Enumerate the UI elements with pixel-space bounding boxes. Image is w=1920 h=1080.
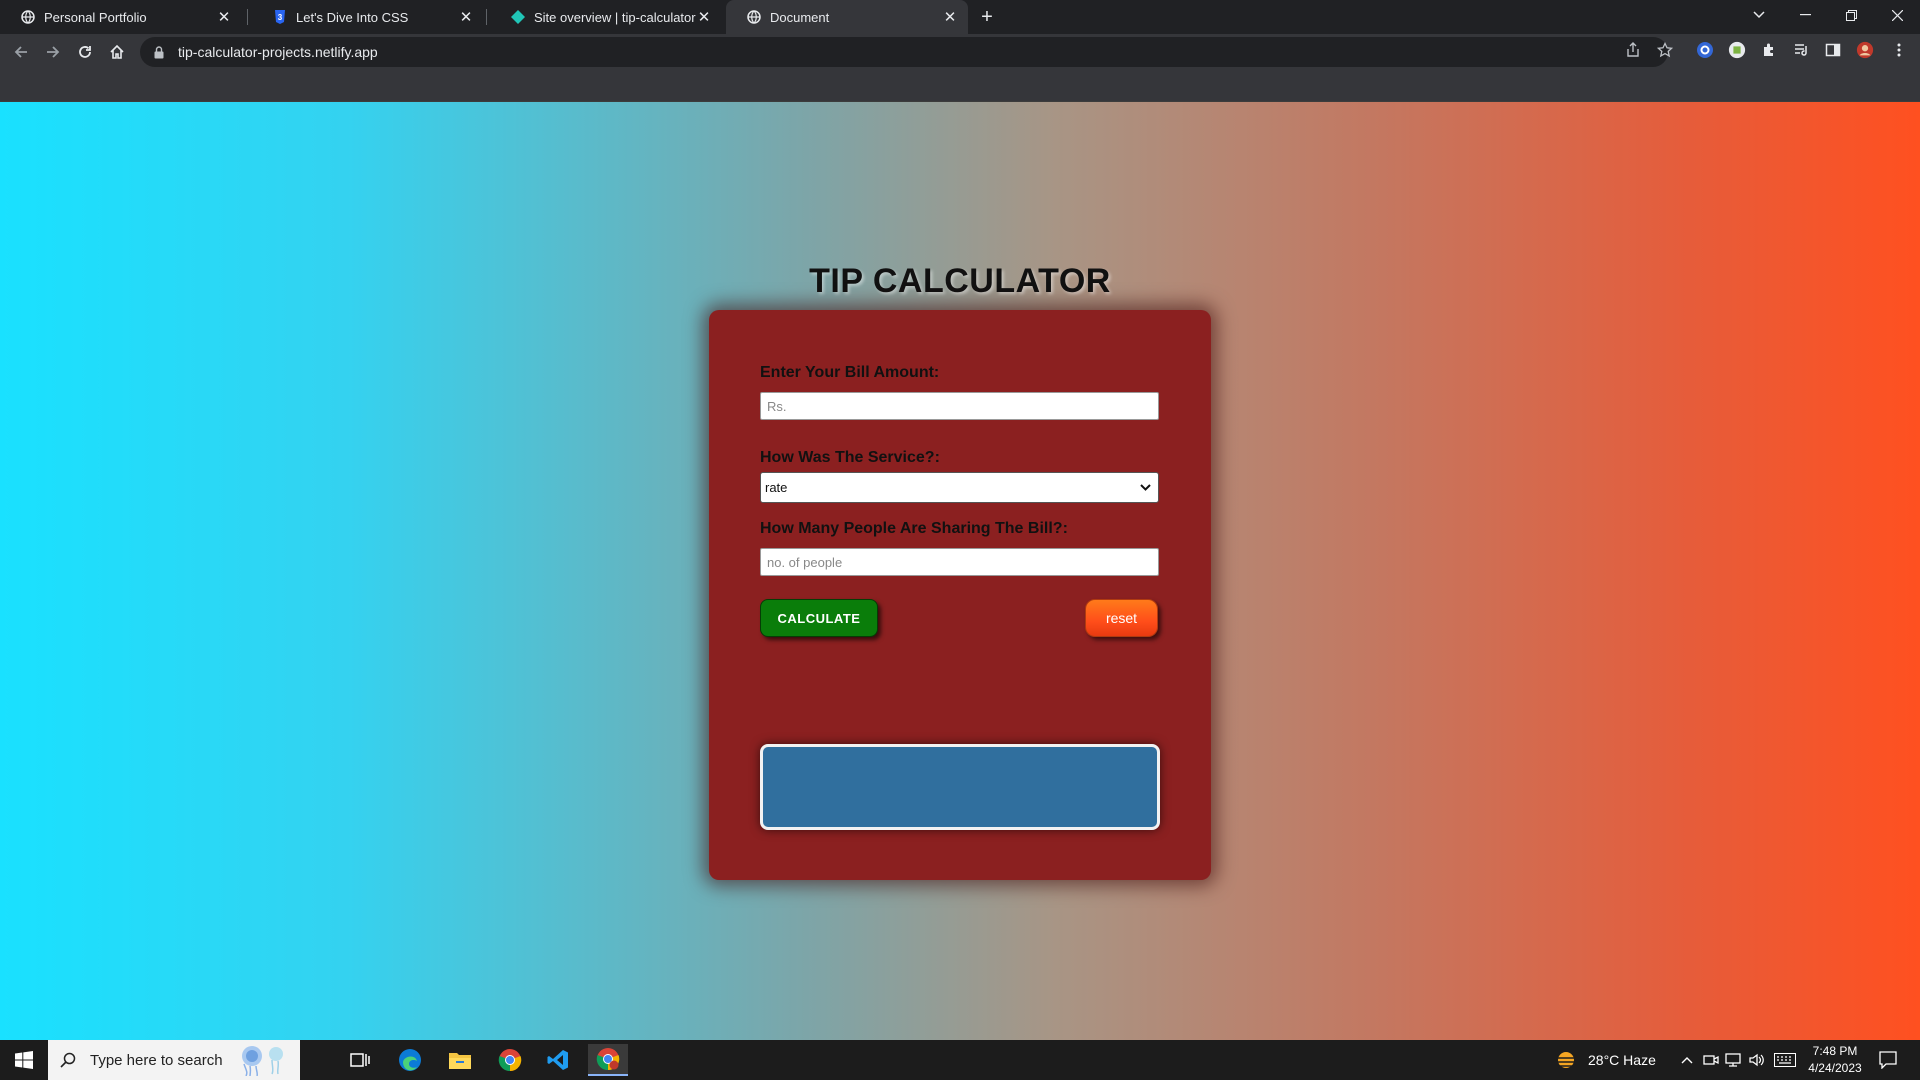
tab-separator (247, 9, 248, 25)
calculator-card: Enter Your Bill Amount: How Was The Serv… (709, 310, 1211, 880)
volume-icon[interactable] (1748, 1051, 1766, 1069)
back-button[interactable] (8, 39, 34, 65)
tab-site-overview[interactable]: Site overview | tip-calculator-proj ✕ (490, 0, 722, 34)
chevron-down-icon (1140, 482, 1152, 494)
tab-personal-portfolio[interactable]: Personal Portfolio ✕ (0, 0, 242, 34)
reset-button[interactable]: reset (1085, 599, 1158, 637)
restore-button[interactable] (1828, 0, 1874, 30)
tab-title: Let's Dive Into CSS (296, 9, 409, 25)
url-text[interactable]: tip-calculator-projects.netlify.app (178, 44, 378, 60)
forward-button[interactable] (40, 39, 66, 65)
taskbar-clock[interactable]: 7:48 PM 4/24/2023 (1800, 1043, 1870, 1077)
windows-taskbar: Type here to search 28°C Haze 7:48 PM 4/… (0, 1040, 1920, 1080)
tab-separator (486, 9, 487, 25)
file-explorer-icon[interactable] (440, 1044, 480, 1076)
netlify-icon (510, 9, 526, 25)
clock-time: 7:48 PM (1812, 1044, 1858, 1058)
close-icon[interactable]: ✕ (942, 9, 958, 26)
browser-toolbar: tip-calculator-projects.netlify.app (0, 34, 1920, 70)
globe-icon (746, 9, 762, 25)
edge-browser-icon[interactable] (390, 1044, 430, 1076)
notification-center-icon[interactable] (1878, 1050, 1898, 1070)
bill-amount-input[interactable] (760, 392, 1159, 420)
clock-date: 4/24/2023 (1808, 1061, 1862, 1075)
side-panel-icon[interactable] (1824, 41, 1842, 59)
keyboard-icon[interactable] (1774, 1051, 1796, 1069)
extensions-puzzle-icon[interactable] (1760, 41, 1778, 59)
svg-text:3: 3 (278, 13, 283, 22)
home-button[interactable] (104, 39, 130, 65)
bookmarks-bar (0, 70, 1920, 102)
vscode-icon[interactable] (538, 1044, 578, 1076)
extension-icon[interactable] (1696, 41, 1714, 59)
css3-icon: 3 (272, 9, 288, 25)
service-rating-select[interactable]: rate (760, 472, 1159, 503)
extension-icon[interactable] (1728, 41, 1746, 59)
close-icon[interactable]: ✕ (216, 9, 232, 26)
close-icon[interactable]: ✕ (458, 9, 474, 26)
chrome-active-window-icon[interactable] (588, 1044, 628, 1076)
bill-amount-label: Enter Your Bill Amount: (760, 364, 940, 381)
tab-document[interactable]: Document ✕ (726, 0, 968, 34)
windows-start-button[interactable] (0, 1040, 48, 1080)
menu-kebab-icon[interactable] (1890, 41, 1908, 59)
browser-tab-strip: Personal Portfolio ✕ 3 Let's Dive Into C… (0, 0, 1920, 34)
share-icon[interactable] (1624, 41, 1642, 59)
media-control-icon[interactable] (1792, 41, 1810, 59)
network-icon[interactable] (1724, 1051, 1742, 1069)
weather-text[interactable]: 28°C Haze (1588, 1040, 1656, 1080)
reload-button[interactable] (72, 39, 98, 65)
new-tab-button[interactable]: + (974, 4, 1000, 30)
taskbar-search-box[interactable]: Type here to search (48, 1040, 300, 1080)
jellyfish-search-highlight-icon[interactable] (230, 1044, 294, 1076)
lock-icon[interactable] (154, 45, 166, 59)
chrome-icon[interactable] (490, 1044, 530, 1076)
close-icon[interactable]: ✕ (696, 9, 712, 26)
tab-lets-dive-into-css[interactable]: 3 Let's Dive Into CSS ✕ (252, 0, 484, 34)
search-icon (60, 1052, 76, 1068)
search-placeholder: Type here to search (90, 1051, 223, 1069)
tab-title: Site overview | tip-calculator-proj (534, 9, 696, 25)
service-label: How Was The Service?: (760, 449, 940, 466)
globe-icon (20, 9, 36, 25)
meet-now-icon[interactable] (1702, 1051, 1720, 1069)
tip-result-box (760, 744, 1160, 830)
profile-avatar-icon[interactable] (1856, 41, 1874, 59)
task-view-icon[interactable] (340, 1044, 380, 1076)
service-selected-value: rate (765, 480, 788, 495)
page-title: TIP CALCULATOR (809, 262, 1111, 300)
people-sharing-label: How Many People Are Sharing The Bill?: (760, 520, 1068, 537)
address-bar[interactable]: tip-calculator-projects.netlify.app (140, 37, 1668, 67)
weather-icon[interactable] (1554, 1050, 1578, 1070)
calculate-button[interactable]: CALCULATE (760, 599, 878, 637)
chevron-up-icon[interactable] (1678, 1051, 1696, 1069)
bookmark-star-icon[interactable] (1656, 41, 1674, 59)
page-viewport: TIP CALCULATOR Enter Your Bill Amount: H… (0, 102, 1920, 1040)
tab-title: Personal Portfolio (44, 9, 147, 25)
people-count-input[interactable] (760, 548, 1159, 576)
minimize-button[interactable] (1782, 0, 1828, 30)
close-window-button[interactable] (1874, 0, 1920, 30)
tab-title: Document (770, 9, 830, 25)
tab-search-icon[interactable] (1736, 0, 1782, 30)
